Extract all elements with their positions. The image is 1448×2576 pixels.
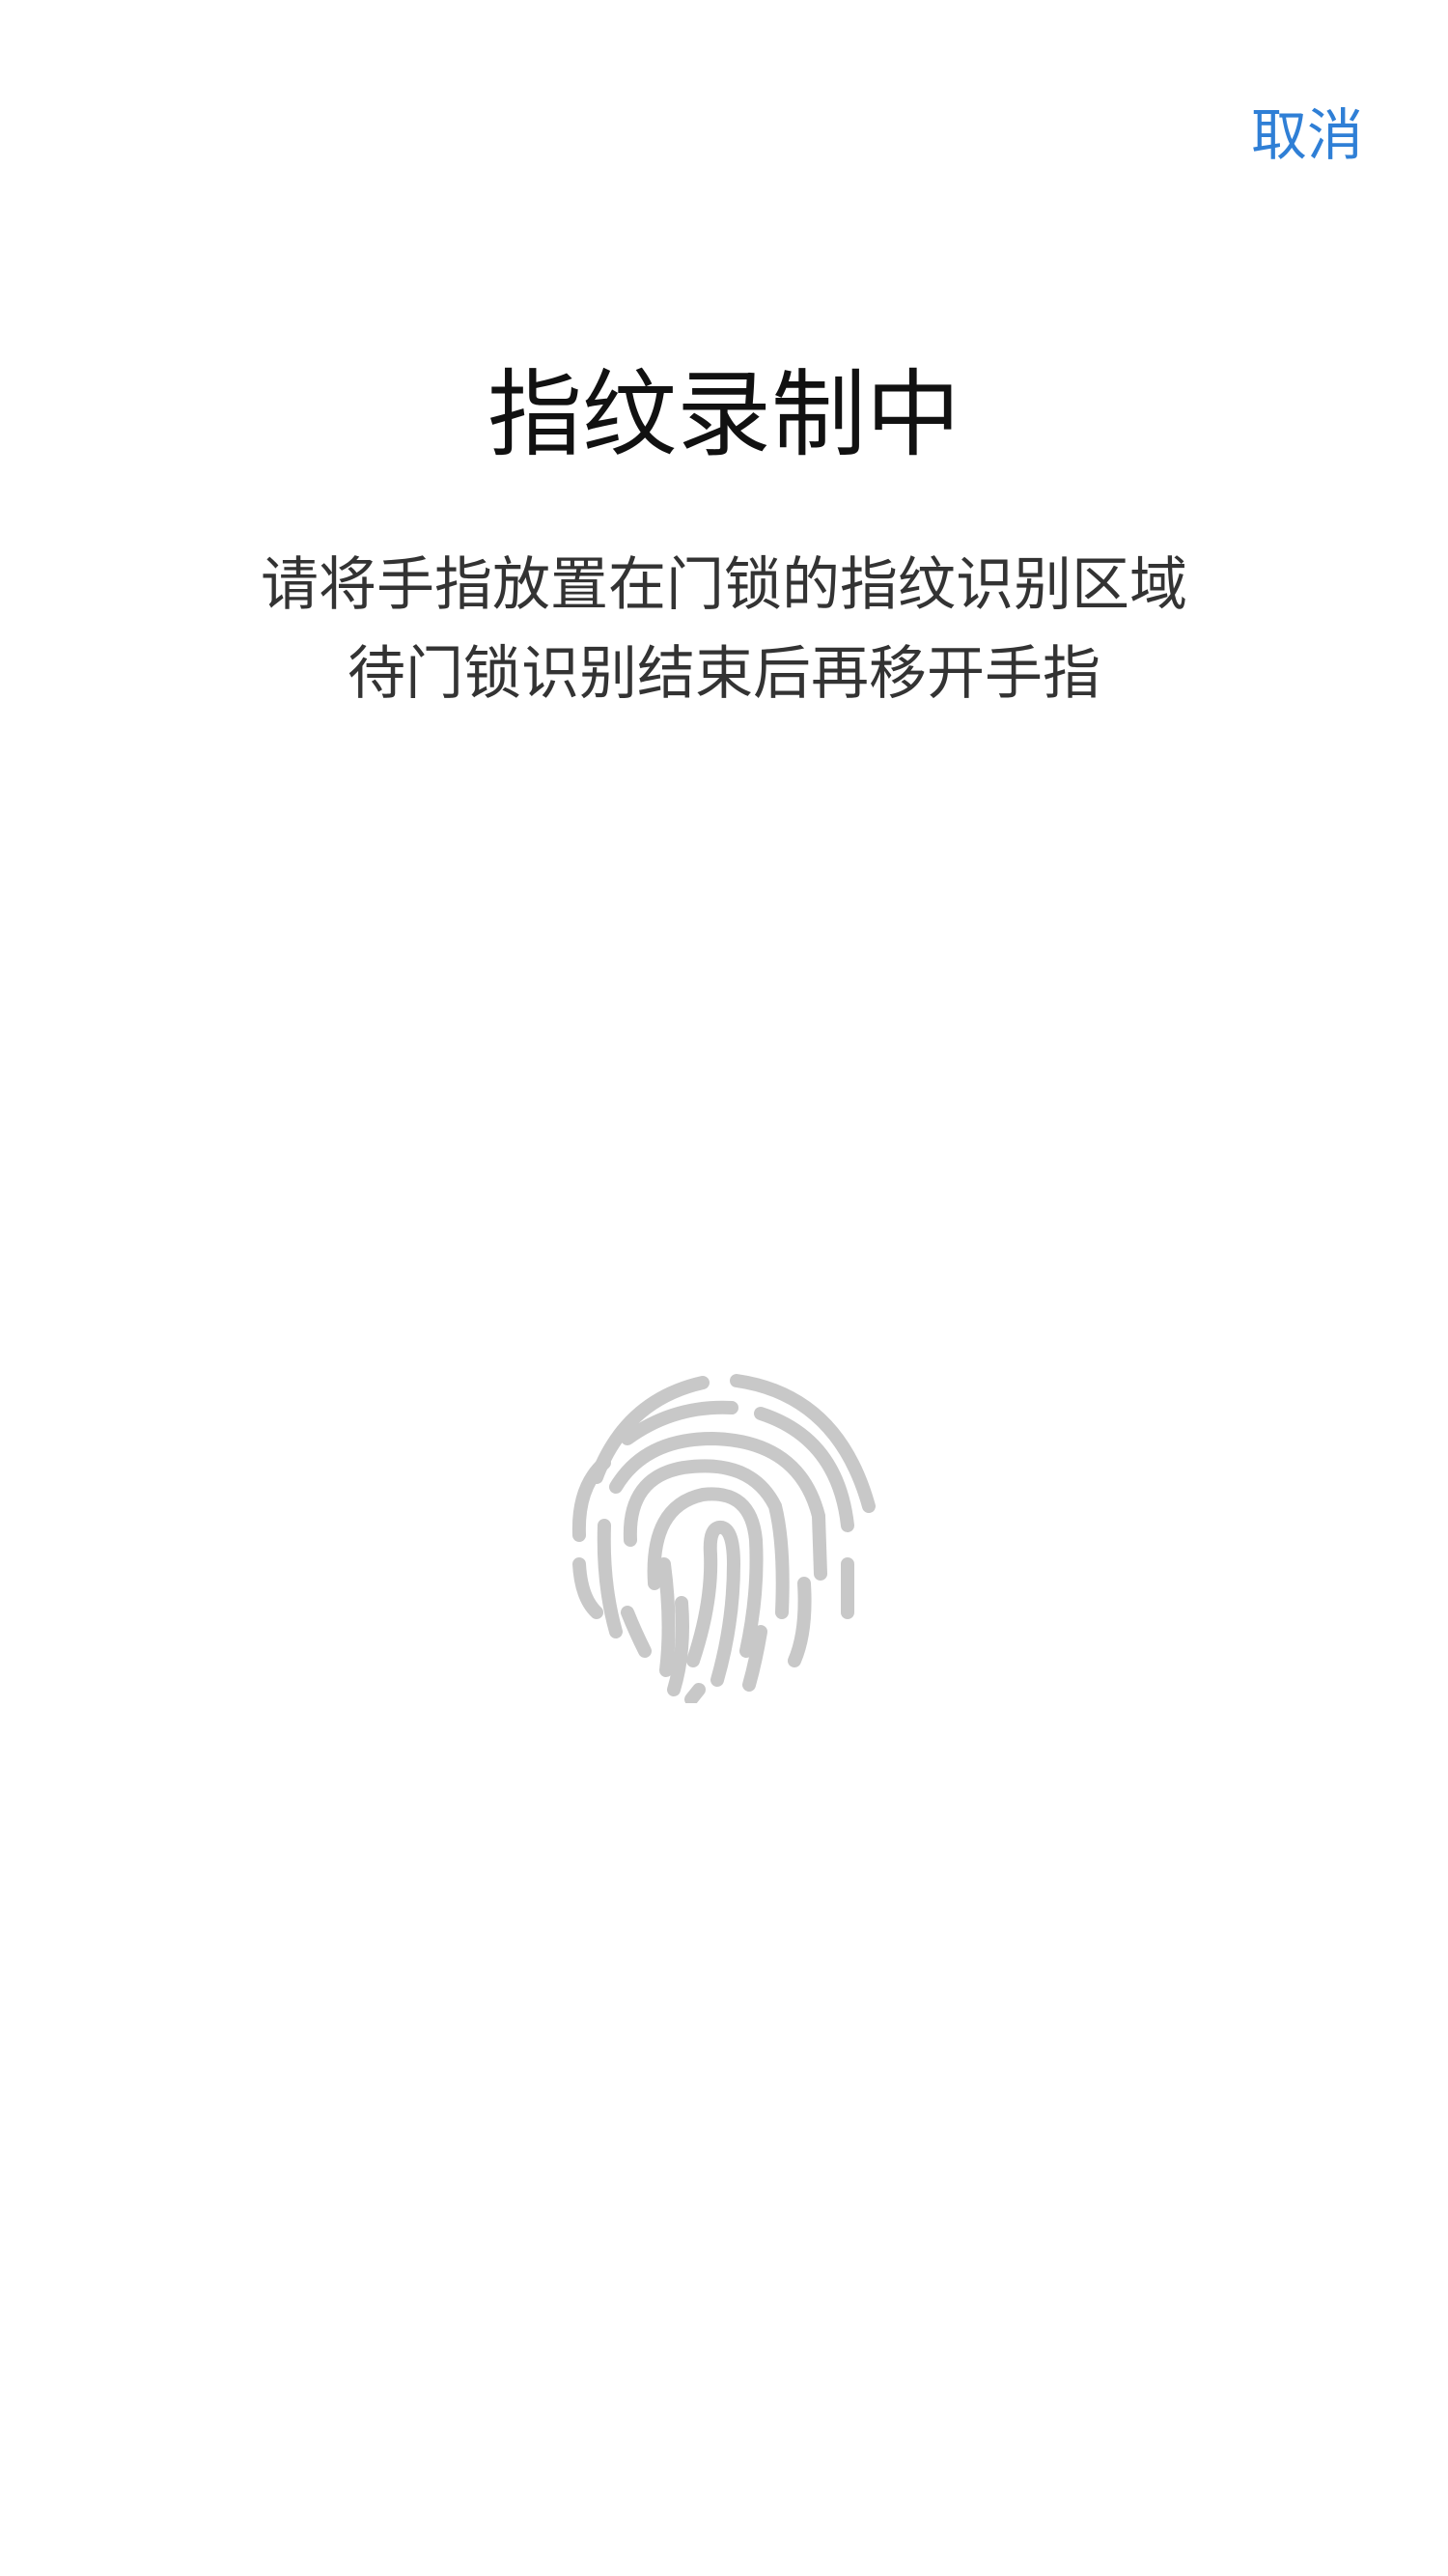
page-title: 指纹录制中 [487,360,961,470]
instruction-line-1: 请将手指放置在门锁的指纹识别区域 [261,551,1187,619]
fingerprint-icon [571,1374,876,1703]
cancel-button[interactable]: 取消 [1251,97,1363,174]
instruction-text: 请将手指放置在门锁的指纹识别区域 待门锁识别结束后再移开手指 [0,541,1448,718]
instruction-line-2: 待门锁识别结束后再移开手指 [348,640,1100,708]
